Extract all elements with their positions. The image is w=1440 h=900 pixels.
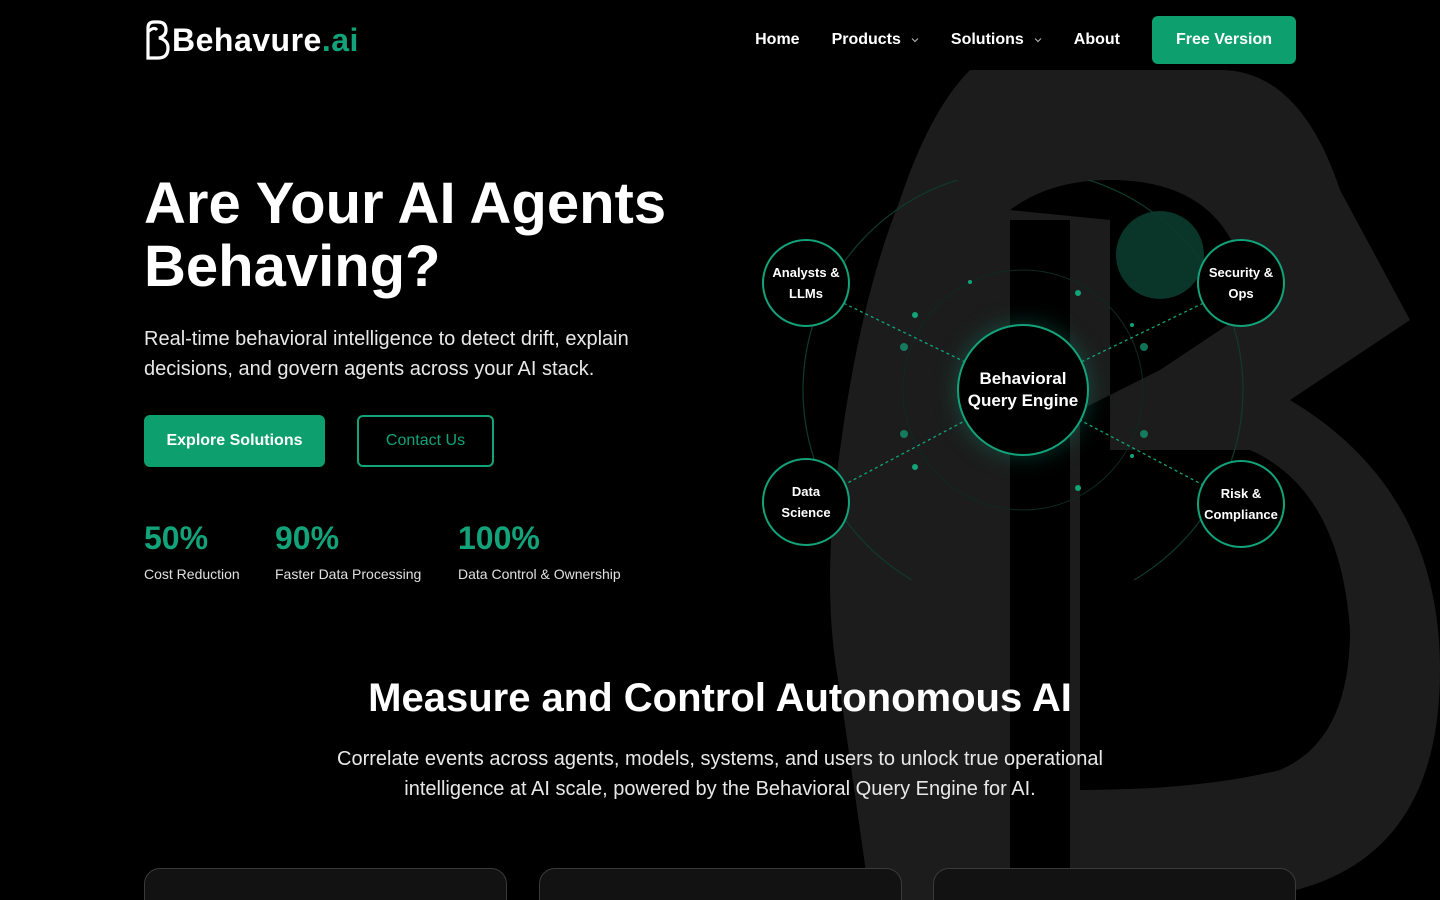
logo-wordmark: Behavure.ai: [172, 20, 359, 60]
logo-suffix: .ai: [321, 22, 359, 58]
feature-card[interactable]: [539, 868, 902, 900]
node-risk-compliance: Risk & Compliance: [1197, 460, 1285, 548]
main-nav: Home Products Solutions About Free Versi…: [755, 16, 1296, 64]
nav-products[interactable]: Products: [832, 31, 919, 49]
stat-value: 50%: [144, 520, 209, 556]
nav-solutions-label: Solutions: [950, 31, 1024, 48]
chevron-down-icon: [1034, 38, 1042, 43]
logo-mark-icon: [146, 20, 170, 60]
stat-value: 100%: [458, 520, 540, 556]
nav-home-label: Home: [755, 31, 800, 48]
node-line: Ops: [1228, 286, 1254, 301]
node-line: Science: [781, 505, 831, 520]
node-line: Security &: [1208, 265, 1274, 280]
node-line: Analysts &: [772, 265, 840, 280]
stat-cost-reduction: 50% Cost Reduction: [144, 518, 240, 582]
nav-about[interactable]: About: [1074, 31, 1120, 49]
node-security-ops: Security & Ops: [1197, 239, 1285, 327]
hero-subtitle: Real-time behavioral intelligence to det…: [144, 328, 629, 380]
nav-products-label: Products: [831, 31, 901, 48]
stat-faster-processing: 90% Faster Data Processing: [275, 518, 421, 582]
stat-label: Data Control & Ownership: [458, 566, 621, 582]
nav-about-label: About: [1073, 31, 1120, 48]
center-line: Behavioral: [979, 369, 1067, 388]
node-analysts-llms: Analysts & LLMs: [762, 239, 850, 327]
section-subtitle: Correlate events across agents, models, …: [337, 748, 1103, 800]
center-line: Query Engine: [967, 391, 1079, 410]
node-behavioral-query-engine: Behavioral Query Engine: [957, 324, 1089, 456]
feature-card[interactable]: [144, 868, 507, 900]
node-line: Risk &: [1220, 486, 1262, 501]
brand-logo[interactable]: Behavure.ai: [144, 18, 359, 62]
node-line: Data: [791, 484, 821, 499]
node-data-science: Data Science: [762, 458, 850, 546]
contact-us-button[interactable]: Contact Us: [357, 415, 494, 467]
stat-label: Faster Data Processing: [275, 566, 422, 582]
stat-data-control: 100% Data Control & Ownership: [458, 518, 621, 582]
explore-solutions-button[interactable]: Explore Solutions: [144, 415, 325, 467]
stat-label: Cost Reduction: [144, 566, 240, 582]
hero-title: Are Your AI Agents Behaving?: [144, 171, 667, 299]
query-engine-diagram: Analysts & LLMs Security & Ops Data Science…: [740, 180, 1320, 580]
site-header: Behavure.ai Home Products Solutions Abou…: [0, 0, 1440, 80]
free-version-button[interactable]: Free Version: [1152, 16, 1296, 64]
section-title: Measure and Control Autonomous AI: [368, 676, 1072, 720]
nav-solutions[interactable]: Solutions: [951, 31, 1042, 49]
feature-card[interactable]: [933, 868, 1296, 900]
chevron-down-icon: [911, 38, 919, 43]
node-line: LLMs: [789, 286, 823, 301]
nav-home[interactable]: Home: [755, 31, 799, 49]
logo-text: Behavure: [172, 22, 322, 58]
node-line: Compliance: [1204, 507, 1278, 522]
stat-value: 90%: [275, 520, 340, 556]
